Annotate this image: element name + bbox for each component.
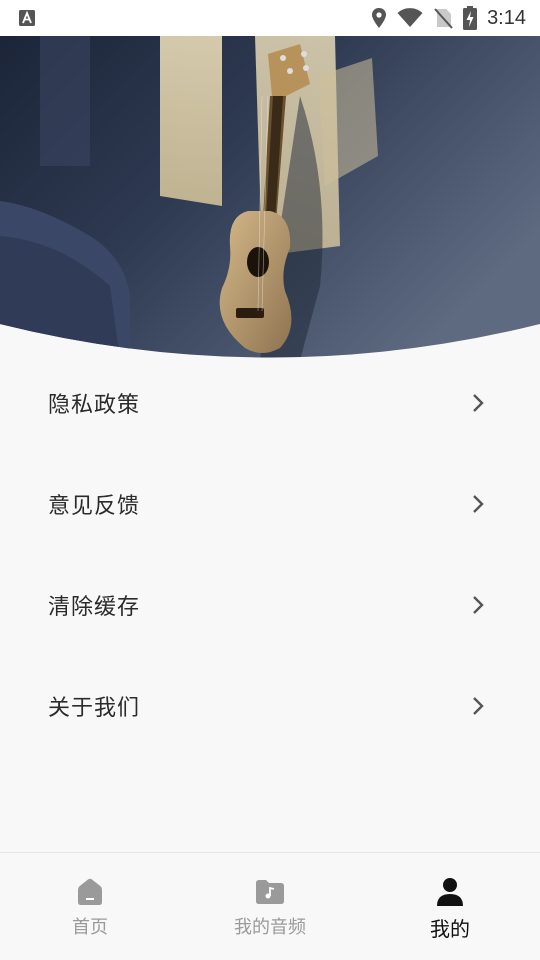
menu-item-about-us[interactable]: 关于我们 — [0, 655, 540, 756]
person-icon — [436, 875, 464, 909]
wifi-icon — [397, 8, 423, 28]
menu-item-feedback[interactable]: 意见反馈 — [0, 453, 540, 554]
menu-item-label: 关于我们 — [48, 695, 141, 721]
menu-item-label: 清除缓存 — [48, 594, 141, 620]
no-sim-icon — [433, 7, 453, 29]
menu-item-privacy-policy[interactable]: 隐私政策 — [0, 352, 540, 453]
tab-mine-label: 我的 — [430, 917, 470, 941]
status-bar: 3:14 — [0, 0, 540, 36]
menu-item-label: 隐私政策 — [48, 392, 141, 418]
home-icon — [75, 875, 105, 909]
music-folder-icon — [255, 875, 285, 909]
status-right: 3:14 — [371, 6, 526, 30]
menu-item-clear-cache[interactable]: 清除缓存 — [0, 554, 540, 655]
tab-my-audio[interactable]: 我的音频 — [180, 853, 360, 960]
chevron-right-icon — [472, 696, 484, 720]
status-time: 3:14 — [487, 6, 526, 29]
tab-mine[interactable]: 我的 — [360, 853, 540, 960]
battery-charging-icon — [463, 6, 478, 30]
a-app-icon — [18, 9, 36, 27]
tab-home[interactable]: 首页 — [0, 853, 180, 960]
bottom-nav: 首页 我的音频 我的 — [0, 852, 540, 960]
status-left — [18, 9, 36, 27]
chevron-right-icon — [472, 393, 484, 417]
settings-menu: 隐私政策 意见反馈 清除缓存 关于我们 — [0, 352, 540, 756]
chevron-right-icon — [472, 494, 484, 518]
tab-home-label: 首页 — [72, 917, 108, 938]
location-icon — [371, 7, 387, 29]
menu-item-label: 意见反馈 — [48, 493, 141, 519]
hero-image — [0, 36, 540, 360]
chevron-right-icon — [472, 595, 484, 619]
tab-my-audio-label: 我的音频 — [234, 917, 306, 938]
